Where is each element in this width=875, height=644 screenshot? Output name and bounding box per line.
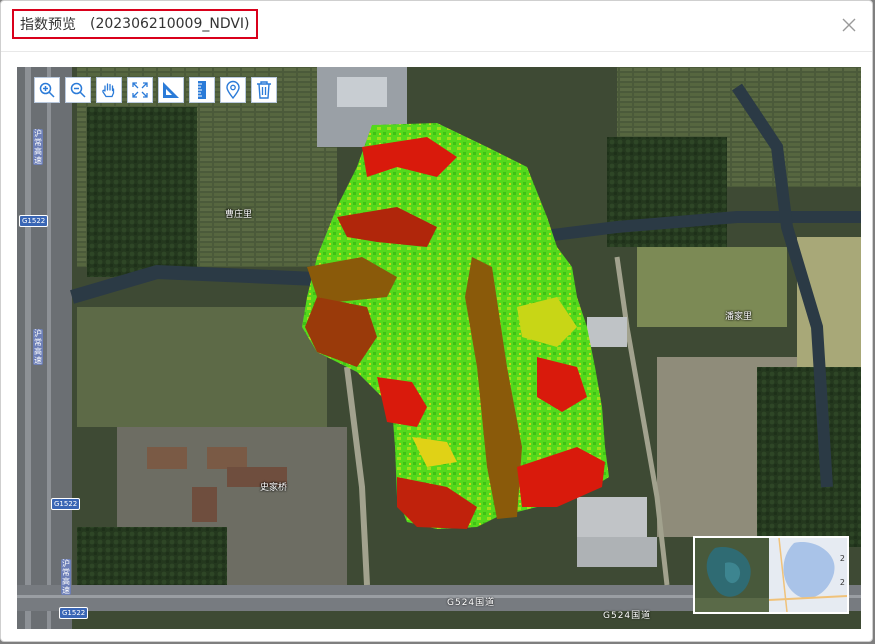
ruler-icon bbox=[198, 81, 206, 99]
location-pin-icon bbox=[226, 80, 240, 100]
place-label-north: 曹庄里 bbox=[225, 210, 253, 220]
place-marker-button[interactable] bbox=[220, 77, 246, 103]
vector-layer-thumb[interactable]: 2 2 bbox=[769, 538, 847, 612]
measure-distance-button[interactable] bbox=[189, 77, 215, 103]
road-label-g524-lower: G524国道 bbox=[603, 611, 652, 621]
highway-shield: G1522 bbox=[59, 607, 89, 619]
map-toolbar bbox=[34, 77, 277, 103]
expressway-label: 沪常高速 bbox=[33, 329, 43, 365]
zoom-out-icon bbox=[70, 82, 86, 98]
full-extent-button[interactable] bbox=[127, 77, 153, 103]
highway-shield: G1522 bbox=[19, 215, 49, 227]
map-viewer[interactable]: 曹庄里 潘家里 史家桥 G524国道 G524国道 G1522 G1522 G1… bbox=[17, 67, 861, 629]
close-icon[interactable] bbox=[840, 16, 858, 34]
measure-area-button[interactable] bbox=[158, 77, 184, 103]
zoom-in-button[interactable] bbox=[34, 77, 60, 103]
place-label-southwest: 史家桥 bbox=[260, 483, 288, 493]
place-label-east: 潘家里 bbox=[725, 312, 753, 322]
highway-shield: G1522 bbox=[51, 498, 81, 510]
trash-icon bbox=[257, 81, 271, 99]
minimap-number: 2 bbox=[839, 578, 845, 587]
minimap-number: 2 bbox=[839, 554, 845, 563]
zoom-out-button[interactable] bbox=[65, 77, 91, 103]
title-prefix: 指数预览 bbox=[20, 17, 76, 33]
satellite-layer-thumb[interactable] bbox=[695, 538, 769, 612]
ndvi-preview-dialog: 指数预览 (202306210009_NDVI) 曹庄里 潘家里 史家桥 G52… bbox=[0, 0, 873, 642]
basemap-switcher[interactable]: 2 2 bbox=[693, 536, 849, 614]
triangle-ruler-icon bbox=[163, 82, 179, 98]
clear-button[interactable] bbox=[251, 77, 277, 103]
pan-button[interactable] bbox=[96, 77, 122, 103]
expressway-label: 沪常高速 bbox=[61, 559, 71, 595]
dialog-title: 指数预览 (202306210009_NDVI) bbox=[12, 9, 258, 39]
road-label-g524: G524国道 bbox=[447, 598, 496, 608]
expand-icon bbox=[132, 82, 148, 98]
dialog-header: 指数预览 (202306210009_NDVI) bbox=[1, 1, 872, 52]
expressway-label: 沪常高速 bbox=[33, 129, 43, 165]
hand-icon bbox=[102, 83, 115, 98]
title-id: (202306210009_NDVI) bbox=[90, 16, 250, 32]
zoom-in-icon bbox=[39, 82, 55, 98]
